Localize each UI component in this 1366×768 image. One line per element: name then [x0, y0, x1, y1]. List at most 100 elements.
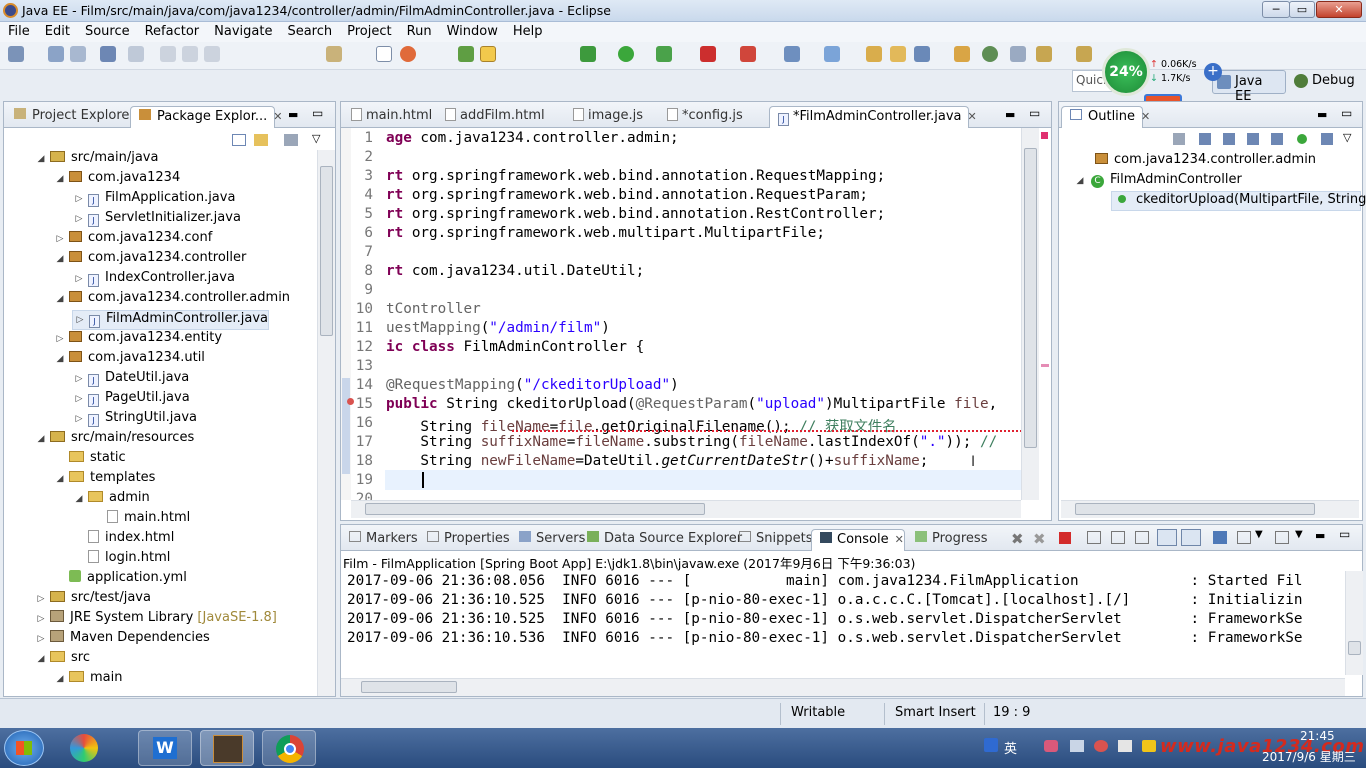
editor-hscrollbar[interactable] [351, 500, 1021, 518]
filter-icon[interactable] [1321, 133, 1333, 145]
highlight-icon[interactable] [480, 46, 496, 62]
print-icon[interactable] [100, 46, 116, 62]
tab-config-js[interactable]: *config.js [659, 106, 751, 128]
tab-addfilm-html[interactable]: addFilm.html [437, 106, 553, 128]
outline-class[interactable]: ◢ C FilmAdminController [1073, 172, 1242, 192]
tray-flag-icon[interactable] [1118, 740, 1132, 752]
collapsed-icon[interactable]: ▷ [53, 234, 67, 244]
collapsed-icon[interactable]: ▷ [72, 414, 86, 424]
expanded-icon[interactable]: ◢ [53, 674, 67, 684]
tray-flower-icon[interactable] [1044, 740, 1058, 752]
tree-item[interactable]: index.html [72, 530, 174, 550]
hide-fields-icon[interactable] [1199, 133, 1211, 145]
tree-item[interactable]: ▷ J FilmAdminController.java [72, 310, 269, 330]
code-line[interactable]: age com.java1234.controller.admin; [386, 130, 679, 146]
tree-item[interactable]: ▷ J StringUtil.java [72, 410, 197, 430]
next-annotation-icon[interactable] [1010, 46, 1026, 62]
tree-item[interactable]: ▷ com.java1234.entity [53, 330, 223, 350]
tree-scrollbar[interactable] [317, 150, 335, 696]
close-button[interactable]: ✕ [1316, 1, 1362, 18]
tree-item[interactable]: ▷ J PageUtil.java [72, 390, 190, 410]
server-icon[interactable] [740, 46, 756, 62]
tree-item[interactable]: main.html [91, 510, 190, 530]
maximize-button[interactable]: ▭ [1289, 1, 1315, 18]
tree-item[interactable]: ◢ templates [53, 470, 156, 490]
tree-item[interactable]: static [53, 450, 126, 470]
menu-refactor[interactable]: Refactor [137, 22, 207, 39]
tab-filmadmincontroller[interactable]: J *FilmAdminController.java ✕ [769, 106, 977, 128]
code-line[interactable]: String fileName=file.getOriginalFilename… [386, 415, 896, 436]
open-resource-icon[interactable] [890, 46, 906, 62]
console-hscrollbar[interactable] [341, 678, 1345, 696]
pin-console-icon[interactable] [1213, 531, 1227, 544]
tree-item[interactable]: ◢ src/main/java [34, 150, 159, 170]
code-line[interactable]: String newFileName=DateUtil.getCurrentDa… [386, 453, 928, 469]
console-vscrollbar[interactable] [1345, 571, 1363, 675]
collapse-all-icon[interactable] [232, 134, 246, 146]
run-ext-icon[interactable] [656, 46, 672, 62]
tab-outline[interactable]: Outline ✕ [1061, 106, 1150, 128]
code-line[interactable]: String suffixName=fileName.substring(fil… [386, 434, 997, 450]
terminate-icon[interactable] [204, 46, 220, 62]
collapsed-icon[interactable]: ▷ [34, 594, 48, 604]
tree-item[interactable]: application.yml [53, 570, 187, 590]
hide-local-types-icon[interactable] [1271, 133, 1283, 145]
tab-image-js[interactable]: image.js [565, 106, 651, 128]
sort-icon[interactable] [1173, 133, 1185, 145]
start-button[interactable] [4, 730, 44, 766]
maximize-editor-icon[interactable]: ▭ [1029, 106, 1040, 120]
expanded-icon[interactable]: ◢ [72, 494, 86, 504]
tree-item[interactable]: ▷ com.java1234.conf [53, 230, 213, 250]
save-icon[interactable] [48, 46, 64, 62]
public-members-icon[interactable] [1297, 134, 1307, 144]
tree-item[interactable]: ▷ J IndexController.java [72, 270, 235, 290]
tree-item[interactable]: ◢ com.java1234.util [53, 350, 205, 370]
menu-source[interactable]: Source [77, 22, 137, 39]
tree-item[interactable]: ◢ admin [72, 490, 150, 510]
tree-item[interactable]: ▷ JRE System Library [JavaSE-1.8] [34, 610, 277, 630]
code-line[interactable]: public String ckeditorUpload(@RequestPar… [386, 396, 997, 412]
tray-network-icon[interactable] [1070, 740, 1084, 752]
skip-breakpoints-icon[interactable] [128, 46, 144, 62]
remove-launch-icon[interactable]: ✖ [1011, 530, 1024, 548]
tree-item[interactable]: ▷ J FilmApplication.java [72, 190, 235, 210]
minimize-console-icon[interactable]: ▬ [1315, 529, 1325, 542]
taskbar-writer[interactable]: W [138, 730, 192, 766]
expanded-icon[interactable]: ◢ [34, 654, 48, 664]
close-tab-icon[interactable]: ✕ [273, 110, 282, 123]
expanded-icon[interactable]: ◢ [53, 474, 67, 484]
search-icon[interactable] [914, 46, 930, 62]
menu-edit[interactable]: Edit [37, 22, 77, 39]
link-editor-icon[interactable] [254, 134, 268, 146]
tab-main-html[interactable]: main.html [343, 106, 440, 128]
expanded-icon[interactable]: ◢ [34, 434, 48, 444]
new-icon[interactable] [8, 46, 24, 62]
cpu-meter[interactable]: 24% [1102, 48, 1150, 96]
collapsed-icon[interactable]: ▷ [53, 334, 67, 344]
collapsed-icon[interactable]: ▷ [34, 614, 48, 624]
tree-item[interactable]: ◢ main [53, 670, 123, 690]
outline-package[interactable]: com.java1234.controller.admin [1093, 152, 1316, 172]
run-icon[interactable] [618, 46, 634, 62]
code-line[interactable] [386, 472, 420, 488]
forward-icon[interactable] [1076, 46, 1092, 62]
code-line[interactable]: @RequestMapping("/ckeditorUpload") [386, 377, 679, 393]
new-wizard-icon[interactable] [824, 46, 840, 62]
show-on-stdout-icon[interactable] [1157, 529, 1177, 546]
code-line[interactable]: uestMapping("/admin/film") [386, 320, 610, 336]
collapsed-icon[interactable]: ▷ [72, 394, 86, 404]
hide-nonpublic-icon[interactable] [1247, 133, 1259, 145]
code-area[interactable]: 1 age com.java1234.controller.admin; 2 3 rt … [351, 130, 1021, 500]
tab-markers[interactable]: Markers [341, 529, 426, 551]
word-wrap-icon[interactable] [1135, 531, 1149, 544]
tree-item[interactable]: ▷ Maven Dependencies [34, 630, 210, 650]
display-console-icon[interactable] [1237, 531, 1251, 544]
expanded-icon[interactable]: ◢ [53, 294, 67, 304]
debug-icon[interactable] [458, 46, 474, 62]
taskbar-eclipse[interactable] [200, 730, 254, 766]
close-tab-icon[interactable]: ✕ [895, 533, 904, 546]
terminate-icon[interactable] [1059, 532, 1071, 544]
globe-icon[interactable] [982, 46, 998, 62]
open-folder-icon[interactable] [954, 46, 970, 62]
open-console-icon[interactable] [1275, 531, 1289, 544]
